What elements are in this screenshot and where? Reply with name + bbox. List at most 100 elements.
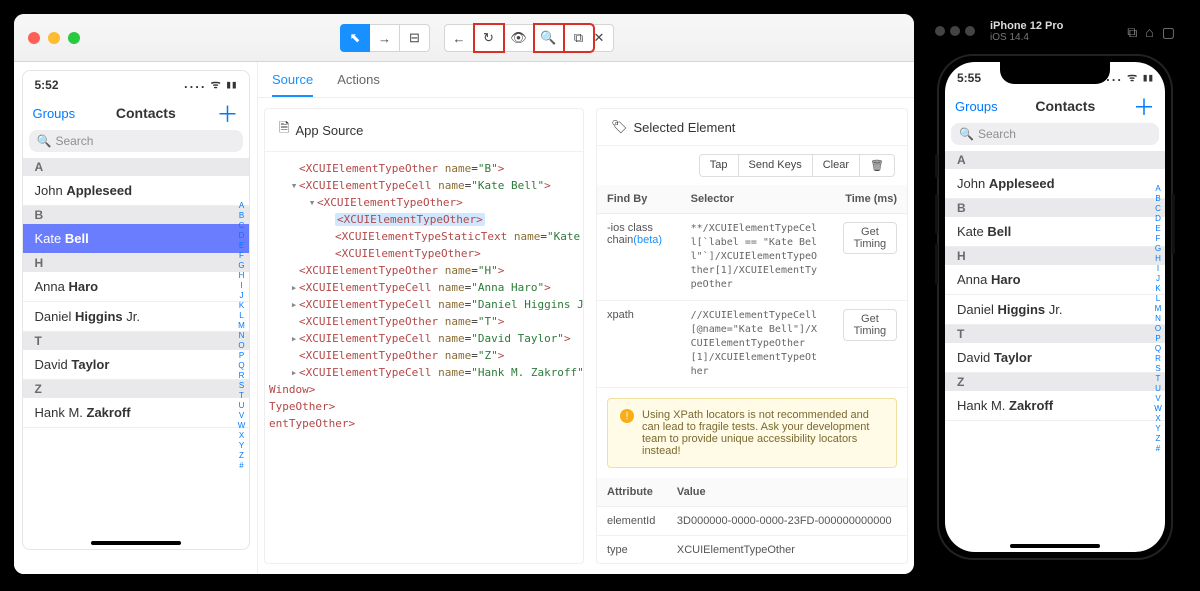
sim-add-button[interactable]: ＋: [1133, 90, 1155, 122]
tap-button[interactable]: Tap: [699, 154, 739, 177]
tag-icon: 🏷: [611, 119, 628, 135]
section-header: H: [945, 247, 1165, 265]
sim-search-input[interactable]: 🔍 Search: [951, 123, 1159, 145]
sim-close[interactable]: [935, 26, 945, 36]
tree-node[interactable]: ▾<XCUIElementTypeCell name="Kate Bell">: [269, 177, 579, 194]
tree-node[interactable]: <XCUIElementTypeOther name="T">: [269, 313, 579, 330]
tree-node[interactable]: <XCUIElementTypeOther name="Z">: [269, 347, 579, 364]
app-source-panel: 🗎App Source <XCUIElementTypeOther name="…: [264, 108, 584, 564]
sim-nav-groups[interactable]: Groups: [955, 99, 998, 114]
findby-cell: xpath: [597, 301, 681, 388]
sim-max[interactable]: [965, 26, 975, 36]
contact-row[interactable]: Kate Bell: [23, 224, 249, 254]
warning-icon: !: [620, 409, 634, 423]
tree-closer: Window>: [269, 381, 579, 398]
contact-row[interactable]: Hank M. Zakroff: [945, 391, 1165, 421]
selected-element-panel: 🏷Selected Element Tap Send Keys Clear 🗑 …: [596, 108, 908, 564]
device-preview: 5:52 .... ᯤ ▮▮ Groups Contacts ＋ 🔍 Searc…: [14, 62, 258, 574]
contact-row[interactable]: Kate Bell: [945, 217, 1165, 247]
get-timing-button[interactable]: Get Timing: [843, 222, 897, 254]
contact-row[interactable]: Anna Haro: [945, 265, 1165, 295]
contact-row[interactable]: John Appleseed: [945, 169, 1165, 199]
tree-node[interactable]: <XCUIElementTypeOther name="H">: [269, 262, 579, 279]
contact-row[interactable]: Daniel Higgins Jr.: [23, 302, 249, 332]
index-strip[interactable]: ABCDEFGHIJKLMNOPQRSTUVWXYZ#: [237, 201, 247, 471]
tree-node[interactable]: ▸<XCUIElementTypeCell name="Daniel Higgi…: [269, 296, 579, 313]
section-header: Z: [23, 380, 249, 398]
home-icon[interactable]: ⌂: [1145, 24, 1153, 41]
col-attribute: Attribute: [597, 478, 667, 507]
window-maximize-button[interactable]: [68, 32, 80, 44]
sim-index-strip[interactable]: ABCDEFGHIJKLMNOPQRSTUVWXYZ#: [1153, 184, 1163, 454]
delete-button[interactable]: 🗑: [860, 154, 895, 177]
nav-groups-link[interactable]: Groups: [33, 106, 76, 121]
sim-os-version: iOS 14.4: [990, 32, 1063, 44]
clear-button[interactable]: Clear: [813, 154, 860, 177]
send-keys-button[interactable]: Send Keys: [739, 154, 813, 177]
tab-actions[interactable]: Actions: [337, 72, 380, 97]
tree-closer: TypeOther>: [269, 398, 579, 415]
copy-xml-button[interactable]: ⧉: [564, 24, 594, 52]
window-close-button[interactable]: [28, 32, 40, 44]
refresh-button[interactable]: ↻: [474, 24, 504, 52]
section-header: Z: [945, 373, 1165, 391]
tree-node[interactable]: ▸<XCUIElementTypeCell name="David Taylor…: [269, 330, 579, 347]
back-button[interactable]: ←: [444, 24, 474, 52]
contact-row[interactable]: John Appleseed: [23, 176, 249, 206]
tree-node[interactable]: ▸<XCUIElementTypeCell name="Anna Haro">: [269, 279, 579, 296]
status-icons: .... ᯤ ▮▮: [182, 77, 236, 92]
sim-status-time: 5:55: [957, 71, 981, 85]
section-header: B: [945, 199, 1165, 217]
attr-val: XCUIElementTypeOther: [667, 536, 907, 565]
contact-row[interactable]: David Taylor: [23, 350, 249, 380]
sim-min[interactable]: [950, 26, 960, 36]
tree-node[interactable]: <XCUIElementTypeOther name="B">: [269, 160, 579, 177]
titlebar: ⬉ → ⊟ ← ↻ 👁 🔍 ⧉ ✕: [14, 14, 914, 62]
contact-row[interactable]: David Taylor: [945, 343, 1165, 373]
findby-cell: -ios class chain(beta): [597, 214, 681, 301]
file-icon: 🗎: [279, 119, 289, 141]
search-icon: 🔍: [37, 134, 52, 148]
tab-source[interactable]: Source: [272, 72, 313, 97]
selector-cell: **/XCUIElementTypeCell[`label == "Kate B…: [681, 214, 833, 301]
screenshot-icon[interactable]: ⧉: [1127, 24, 1137, 41]
sim-nav-title: Contacts: [1035, 98, 1095, 114]
contact-row[interactable]: Hank M. Zakroff: [23, 398, 249, 428]
swipe-button[interactable]: →: [370, 24, 400, 52]
tree-node[interactable]: ▾<XCUIElementTypeOther>: [269, 194, 579, 211]
attr-key: elementId: [597, 507, 667, 536]
select-element-button[interactable]: ⬉: [340, 24, 370, 52]
tree-node[interactable]: <XCUIElementTypeOther>: [269, 211, 579, 228]
sim-device-name: iPhone 12 Pro: [990, 20, 1063, 32]
section-header: B: [23, 206, 249, 224]
tree-node[interactable]: <XCUIElementTypeOther>: [269, 245, 579, 262]
inspector-window: ⬉ → ⊟ ← ↻ 👁 🔍 ⧉ ✕ 5:52 .... ᯤ: [14, 14, 914, 574]
attr-key: type: [597, 536, 667, 565]
section-header: A: [23, 158, 249, 176]
section-header: T: [945, 325, 1165, 343]
section-header: T: [23, 332, 249, 350]
col-selector: Selector: [681, 185, 833, 214]
simulator-window: iPhone 12 Pro iOS 14.4 ⧉ ⌂ ▢ 5:55 .... ᯤ…: [925, 14, 1185, 574]
window-minimize-button[interactable]: [48, 32, 60, 44]
tree-node[interactable]: <XCUIElementTypeStaticText name="Kate Be…: [269, 228, 579, 245]
rotate-icon[interactable]: ▢: [1162, 24, 1175, 41]
xpath-warning: ! Using XPath locators is not recommende…: [607, 398, 897, 468]
search-element-button[interactable]: 🔍: [534, 24, 564, 52]
tree-closer: entTypeOther>: [269, 415, 579, 432]
status-time: 5:52: [35, 78, 59, 92]
contact-row[interactable]: Anna Haro: [23, 272, 249, 302]
record-button[interactable]: 👁: [504, 24, 534, 52]
nav-title: Contacts: [116, 105, 176, 121]
col-value: Value: [667, 478, 907, 507]
home-indicator: [91, 541, 181, 545]
search-input[interactable]: 🔍 Search: [29, 130, 243, 152]
col-time: Time (ms): [833, 185, 907, 214]
tree-node[interactable]: ▸<XCUIElementTypeCell name="Hank M. Zakr…: [269, 364, 579, 381]
section-header: A: [945, 151, 1165, 169]
attr-val: 3D000000-0000-0000-23FD-000000000000: [667, 507, 907, 536]
get-timing-button[interactable]: Get Timing: [843, 309, 897, 341]
add-contact-button[interactable]: ＋: [216, 97, 238, 129]
tap-coords-button[interactable]: ⊟: [400, 24, 430, 52]
contact-row[interactable]: Daniel Higgins Jr.: [945, 295, 1165, 325]
